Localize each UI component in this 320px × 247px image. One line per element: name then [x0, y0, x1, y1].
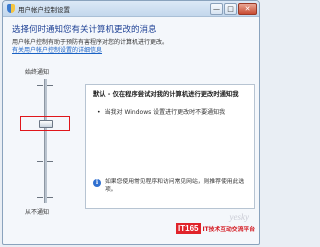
- info-icon: i: [93, 179, 101, 187]
- maximize-button[interactable]: □: [224, 2, 237, 15]
- watermark-site: yesky: [229, 212, 249, 222]
- uac-shield-icon: [7, 4, 15, 13]
- level-bullet: • 当我对 Windows 设置进行更改时不要通知我: [93, 109, 247, 117]
- description-text: 用户帐户控制有助于预防有害程序对您的计算机进行更改。: [12, 39, 169, 46]
- title-bar[interactable]: 用户帐户控制设置 — □ ✕: [3, 1, 259, 17]
- bullet-dot-icon: •: [97, 109, 101, 116]
- recommendation-note: i 如果您使用常见程序和访问常见网站，则推荐使用此选项。: [93, 179, 247, 194]
- watermark-logo: IT165: [176, 223, 201, 234]
- close-button[interactable]: ✕: [238, 2, 257, 15]
- slider-tick: [37, 161, 43, 162]
- note-text: 如果您使用常见程序和访问常见网站，则推荐使用此选项。: [105, 179, 245, 193]
- slider-tick: [37, 85, 43, 86]
- bullet-text: 当我对 Windows 设置进行更改时不要通知我: [104, 109, 226, 116]
- watermark: IT165 IT技术互动交流平台: [176, 223, 255, 234]
- slider-tick: [47, 161, 53, 162]
- watermark-text: IT技术互动交流平台: [202, 227, 256, 233]
- level-title: 默认 - 仅在程序尝试对我的计算机进行更改时通知我: [93, 91, 239, 98]
- slider-track[interactable]: [44, 79, 47, 203]
- content-area: 选择何时通知您有关计算机更改的消息 用户帐户控制有助于预防有害程序对您的计算机进…: [3, 17, 259, 55]
- minimize-button[interactable]: —: [210, 2, 223, 15]
- page-heading: 选择何时通知您有关计算机更改的消息: [12, 25, 157, 35]
- uac-settings-window: 用户帐户控制设置 — □ ✕ 选择何时通知您有关计算机更改的消息 用户帐户控制有…: [2, 0, 260, 245]
- slider-tick: [47, 197, 53, 198]
- slider-tick: [37, 197, 43, 198]
- uac-details-link[interactable]: 有关用户帐户控制设置的详细信息: [12, 47, 250, 55]
- level-description-panel: 默认 - 仅在程序尝试对我的计算机进行更改时通知我 • 当我对 Windows …: [85, 84, 255, 209]
- slider-bottom-label: 从不通知: [25, 209, 50, 216]
- caption-buttons: — □ ✕: [210, 2, 257, 15]
- highlight-box: [20, 116, 70, 131]
- notification-level-slider[interactable]: 始终通知 从不通知: [13, 67, 83, 217]
- window-title: 用户帐户控制设置: [18, 5, 70, 14]
- slider-top-label: 始终通知: [25, 69, 50, 76]
- slider-tick: [47, 85, 53, 86]
